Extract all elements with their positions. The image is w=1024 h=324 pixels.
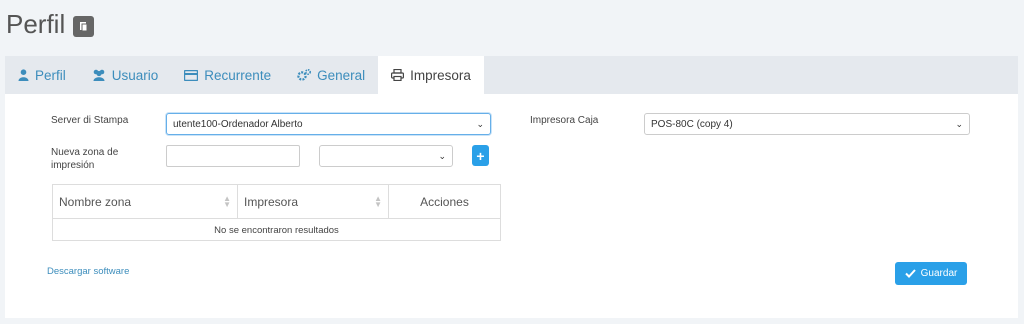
tab-general[interactable]: General xyxy=(284,56,378,94)
user-icon xyxy=(18,69,29,81)
zones-table: Nombre zona ▲ ▼ Impresora ▲ ▼ Acciones No … xyxy=(52,184,501,241)
th-nombre-zona[interactable]: Nombre zona ▲ ▼ xyxy=(53,185,238,218)
tab-perfil[interactable]: Perfil xyxy=(5,56,79,94)
chevron-down-icon: ⌄ xyxy=(955,118,963,129)
page-title: Perfil xyxy=(6,9,95,40)
check-icon xyxy=(904,269,916,278)
bookmark-icon[interactable] xyxy=(73,15,95,37)
th-impresora[interactable]: Impresora ▲ ▼ xyxy=(238,185,389,218)
th-acciones: Acciones xyxy=(420,194,469,209)
users-icon xyxy=(93,69,105,81)
caja-label: Impresora Caja xyxy=(530,115,599,126)
download-software-link[interactable]: Descargar software xyxy=(47,266,129,277)
zona-label: Nueva zona de impresión xyxy=(51,147,119,171)
server-select[interactable]: utente100-Ordenador Alberto ⌄ xyxy=(166,113,491,135)
zona-name-input[interactable] xyxy=(166,145,300,167)
sort-icon: ▲ ▼ xyxy=(374,193,382,209)
tab-bar: Perfil Usuario Recurrente General Impres… xyxy=(5,56,1018,94)
credit-card-icon xyxy=(184,69,199,81)
server-label: Server di Stampa xyxy=(51,115,129,126)
add-zone-button[interactable]: + xyxy=(472,145,489,166)
save-button[interactable]: Guardar xyxy=(895,262,967,285)
tab-recurrente[interactable]: Recurrente xyxy=(171,56,284,94)
caja-select[interactable]: POS-80C (copy 4) ⌄ xyxy=(644,113,970,135)
gears-icon xyxy=(297,69,312,81)
chevron-down-icon: ⌄ xyxy=(438,150,446,161)
tab-impresora[interactable]: Impresora xyxy=(378,56,484,94)
zona-printer-select[interactable]: ⌄ xyxy=(319,145,453,167)
printer-icon xyxy=(391,69,405,81)
tab-usuario[interactable]: Usuario xyxy=(79,56,172,94)
sort-icon: ▲ ▼ xyxy=(223,193,231,209)
printer-settings-panel: Server di Stampa utente100-Ordenador Alb… xyxy=(5,94,1018,318)
chevron-down-icon: ⌄ xyxy=(476,118,484,129)
table-header: Nombre zona ▲ ▼ Impresora ▲ ▼ Acciones xyxy=(53,185,500,219)
table-empty-row: No se encontraron resultados xyxy=(214,224,339,236)
